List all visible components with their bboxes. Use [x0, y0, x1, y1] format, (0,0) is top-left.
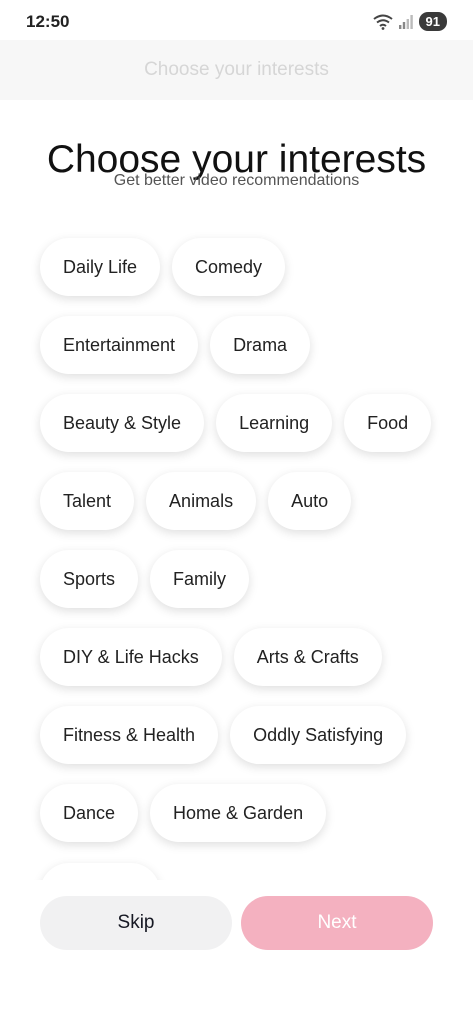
interest-chip[interactable]: Learning	[216, 394, 333, 452]
interest-chip[interactable]: Arts & Crafts	[233, 628, 382, 686]
top-bar: Choose your interests	[0, 40, 473, 100]
interest-chip[interactable]: Food	[344, 394, 432, 452]
interest-chip[interactable]: Oddly Satisfying	[230, 706, 407, 764]
status-icons: 91	[372, 12, 447, 31]
interest-row: Fitness & Health Oddly Satisfying	[40, 706, 460, 764]
signal-icon	[398, 14, 413, 29]
interest-chip[interactable]: Comedy	[172, 238, 286, 296]
interest-row: Talent Animals Auto	[40, 472, 460, 530]
skip-button[interactable]: Skip	[40, 896, 232, 950]
interest-row: DIY & Life Hacks Arts & Crafts	[40, 628, 460, 686]
interest-row: Sports Family	[40, 550, 460, 608]
interest-chip[interactable]: DIY & Life Hacks	[40, 628, 222, 686]
interest-chip[interactable]: Talent	[40, 472, 135, 530]
wifi-icon	[372, 14, 393, 30]
interest-row: Entertainment Drama	[40, 316, 460, 374]
interest-chip-list: Daily Life Comedy Entertainment Drama Beauty…	[40, 238, 460, 862]
interest-chip[interactable]: Beauty & Style	[40, 394, 205, 452]
interest-chip[interactable]: Auto	[268, 472, 352, 530]
interest-chip[interactable]: Dance	[40, 784, 139, 842]
page-subtitle: Get better video recommendations	[113, 172, 360, 189]
interest-chip[interactable]: Drama	[210, 316, 311, 374]
next-button[interactable]: Next	[241, 896, 433, 950]
top-bar-title: Choose your interests	[144, 59, 329, 80]
interest-chip[interactable]: Sports	[40, 550, 139, 608]
interest-chip[interactable]: Entertainment	[40, 316, 199, 374]
interest-row: Beauty & Style Learning Food	[40, 394, 460, 452]
interest-chip[interactable]: Animals	[146, 472, 257, 530]
interest-chip[interactable]: Daily Life	[40, 238, 161, 296]
status-time: 12:50	[26, 12, 70, 31]
interest-chip[interactable]: Home & Garden	[150, 784, 327, 842]
interest-row: Daily Life Comedy	[40, 238, 460, 296]
interest-chip[interactable]: Family	[150, 550, 250, 608]
battery-indicator: 91	[418, 12, 447, 31]
status-bar: 12:50 91	[0, 0, 473, 40]
interest-chip[interactable]: Fitness & Health	[40, 706, 219, 764]
interest-row: Dance Home & Garden	[40, 784, 460, 842]
